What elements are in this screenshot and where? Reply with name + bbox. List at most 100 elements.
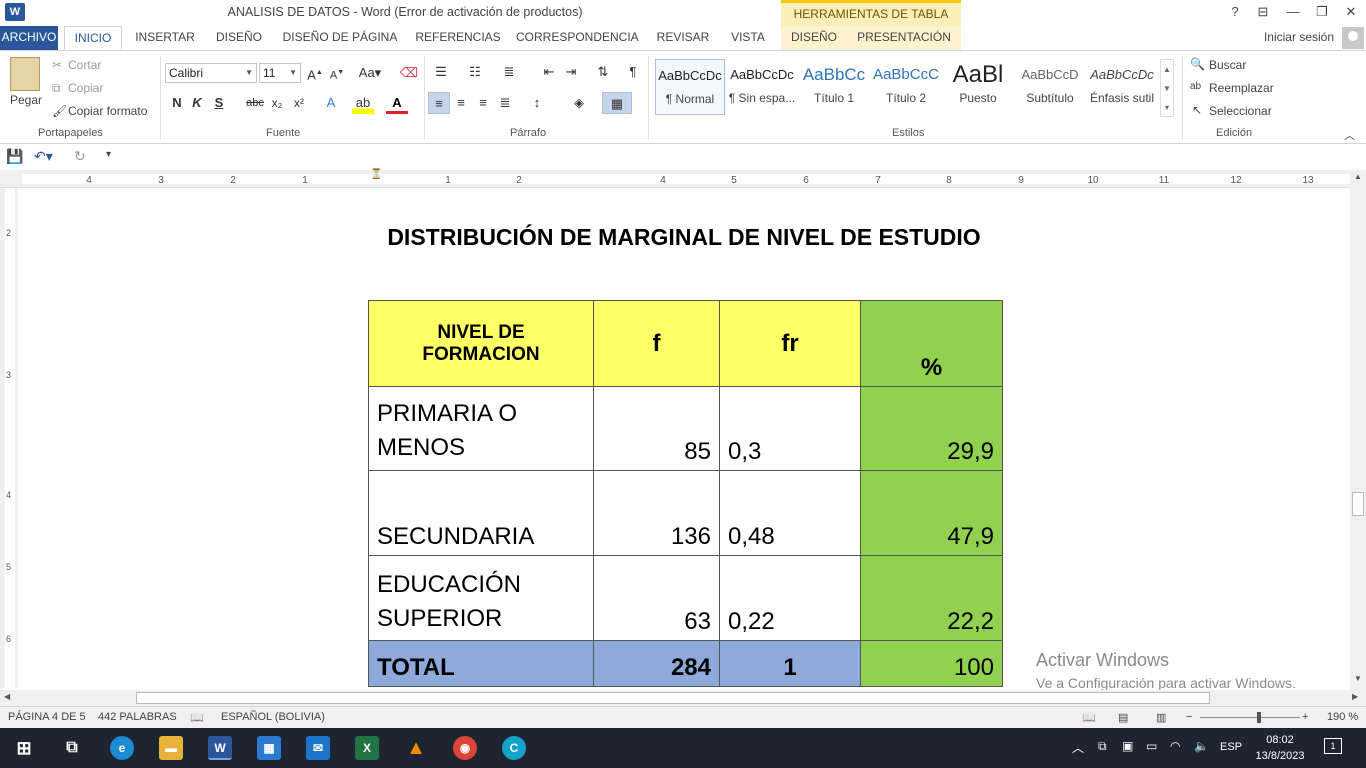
align-right-icon[interactable]: ≡ bbox=[472, 92, 494, 114]
format-painter-icon[interactable]: 🖌 bbox=[52, 104, 67, 118]
horizontal-ruler[interactable]: ⏳ 4 3 2 1 1 2 4 5 6 7 8 9 10 11 12 13 bbox=[0, 170, 1350, 188]
help-icon[interactable]: ? bbox=[1224, 3, 1246, 21]
clear-formatting-icon[interactable]: ⌫ bbox=[398, 62, 420, 84]
vlc-icon[interactable]: ▲ bbox=[404, 736, 428, 760]
scissors-icon[interactable]: ✂ bbox=[52, 58, 62, 72]
header-f[interactable]: f bbox=[593, 300, 720, 387]
justify-icon[interactable]: ≣ bbox=[494, 92, 516, 114]
total-fr[interactable]: 1 bbox=[719, 640, 861, 687]
restore-icon[interactable]: ❐ bbox=[1311, 3, 1333, 21]
scroll-down-icon[interactable]: ▼ bbox=[1354, 674, 1362, 683]
pilcrow-icon[interactable]: ¶ bbox=[622, 61, 644, 83]
tab-table-layout[interactable]: PRESENTACIÓN bbox=[847, 26, 961, 50]
italic-button[interactable]: K bbox=[186, 92, 208, 114]
customize-qat-icon[interactable]: ▾ bbox=[106, 149, 111, 160]
header-fr[interactable]: fr bbox=[719, 300, 861, 387]
bullets-icon[interactable]: ☰ bbox=[430, 61, 452, 83]
vertical-scroll-thumb[interactable] bbox=[1352, 492, 1364, 516]
avatar[interactable] bbox=[1342, 27, 1364, 49]
print-layout-icon[interactable]: ▤ bbox=[1118, 711, 1128, 724]
change-case-icon[interactable]: Aa▾ bbox=[356, 62, 384, 84]
select-button[interactable]: Seleccionar bbox=[1209, 104, 1272, 118]
vertical-ruler[interactable]: 1234567 bbox=[0, 156, 18, 716]
wifi-icon[interactable]: ◠ bbox=[1170, 739, 1180, 753]
increase-indent-icon[interactable]: ⇥ bbox=[560, 61, 582, 83]
indent-marker-icon[interactable]: ⏳ bbox=[370, 170, 382, 188]
collapse-ribbon-icon[interactable]: ︿ bbox=[1344, 127, 1355, 143]
font-color-icon[interactable]: A bbox=[386, 92, 408, 114]
paste-button[interactable]: Pegar bbox=[10, 93, 42, 107]
battery-icon[interactable]: ▭ bbox=[1146, 739, 1157, 753]
zoom-in-icon[interactable]: + bbox=[1302, 711, 1308, 723]
style-item[interactable]: AaBbCcDc ¶ Sin espa... bbox=[727, 59, 797, 115]
multilevel-list-icon[interactable]: ≣ bbox=[498, 61, 520, 83]
strikethrough-icon[interactable]: abc bbox=[244, 92, 266, 114]
vertical-scrollbar[interactable]: ▲ ▼ bbox=[1350, 170, 1366, 690]
store-icon[interactable]: ▦ bbox=[257, 736, 281, 760]
zoom-out-icon[interactable]: − bbox=[1186, 711, 1192, 723]
align-left-icon[interactable]: ≡ bbox=[428, 92, 450, 114]
row-fr[interactable]: 0,22 bbox=[719, 555, 861, 641]
canva-icon[interactable]: C bbox=[502, 736, 526, 760]
tab-design[interactable]: DISEÑO bbox=[210, 26, 268, 50]
style-item[interactable]: AaBbCcDc ¶ Normal bbox=[655, 59, 725, 115]
borders-icon[interactable]: ▦ bbox=[602, 92, 632, 114]
header-nivel[interactable]: NIVEL DE FORMACION bbox=[368, 300, 594, 387]
page-indicator[interactable]: PÁGINA 4 DE 5 bbox=[8, 711, 86, 723]
tab-insert[interactable]: INSERTAR bbox=[132, 26, 198, 50]
tab-review[interactable]: REVISAR bbox=[652, 26, 714, 50]
select-icon[interactable]: ↖ bbox=[1192, 103, 1202, 117]
find-icon[interactable]: 🔍 bbox=[1190, 57, 1205, 71]
paste-icon[interactable] bbox=[10, 57, 40, 91]
line-spacing-icon[interactable]: ↕ bbox=[526, 92, 548, 114]
format-painter-button[interactable]: Copiar formato bbox=[68, 104, 147, 118]
row-f[interactable]: 63 bbox=[593, 555, 720, 641]
scroll-right-icon[interactable]: ▶ bbox=[1352, 692, 1358, 701]
copy-button[interactable]: Copiar bbox=[68, 81, 103, 95]
total-f[interactable]: 284 bbox=[593, 640, 720, 687]
language-indicator[interactable]: ESPAÑOL (BOLIVIA) bbox=[221, 711, 325, 723]
excel-icon[interactable]: X bbox=[355, 736, 379, 760]
styles-scroll[interactable]: ▲ ▼ ▾ bbox=[1160, 59, 1174, 117]
total-pct[interactable]: 100 bbox=[860, 640, 1003, 687]
replace-icon[interactable]: ab bbox=[1190, 81, 1201, 92]
scroll-up-icon[interactable]: ▲ bbox=[1354, 172, 1362, 181]
style-item[interactable]: AaBbCcD Subtítulo bbox=[1015, 59, 1085, 115]
row-label[interactable]: PRIMARIA O MENOS bbox=[368, 386, 594, 471]
close-icon[interactable]: ✕ bbox=[1340, 3, 1362, 21]
notification-center-icon[interactable]: 1 bbox=[1324, 738, 1342, 754]
document-page[interactable]: DISTRIBUCIÓN DE MARGINAL DE NIVEL DE EST… bbox=[18, 188, 1350, 690]
text-effects-icon[interactable]: A bbox=[320, 92, 342, 114]
horizontal-scrollbar[interactable]: ◀ ▶ bbox=[0, 690, 1366, 706]
style-item[interactable]: AaBbCcDc Énfasis sutil bbox=[1087, 59, 1157, 115]
chrome-icon[interactable]: ◉ bbox=[453, 736, 477, 760]
replace-button[interactable]: Reemplazar bbox=[1209, 81, 1274, 95]
superscript-icon[interactable]: x² bbox=[288, 92, 310, 114]
tray-app-icon[interactable]: ▣ bbox=[1122, 739, 1133, 753]
style-item[interactable]: AaBbCcC Título 2 bbox=[871, 59, 941, 115]
web-layout-icon[interactable]: ▥ bbox=[1156, 711, 1166, 724]
header-pct[interactable]: % bbox=[860, 300, 1003, 387]
windows-start-icon[interactable]: ⊞ bbox=[12, 736, 36, 760]
font-name-select[interactable]: Calibri ▼ bbox=[165, 63, 257, 83]
file-explorer-icon[interactable]: ▬ bbox=[159, 736, 183, 760]
minimize-icon[interactable]: — bbox=[1282, 3, 1304, 21]
word-count[interactable]: 442 PALABRAS bbox=[98, 711, 177, 723]
grow-font-icon[interactable]: A▲ bbox=[304, 62, 326, 84]
scroll-left-icon[interactable]: ◀ bbox=[4, 692, 10, 701]
row-pct[interactable]: 47,9 bbox=[860, 470, 1003, 556]
tab-home[interactable]: INICIO bbox=[64, 26, 122, 50]
ribbon-display-options-icon[interactable]: ⊟ bbox=[1252, 3, 1274, 21]
show-hidden-icons-icon[interactable]: ︿ bbox=[1072, 739, 1084, 756]
clock[interactable]: 08:02 13/8/2023 bbox=[1250, 732, 1310, 764]
volume-icon[interactable]: 🔈 bbox=[1194, 739, 1209, 753]
meet-now-icon[interactable]: ⧉ bbox=[1098, 739, 1107, 754]
horizontal-scroll-thumb[interactable] bbox=[136, 692, 1210, 704]
tab-references[interactable]: REFERENCIAS bbox=[412, 26, 504, 50]
row-f[interactable]: 85 bbox=[593, 386, 720, 471]
row-pct[interactable]: 22,2 bbox=[860, 555, 1003, 641]
sign-in-link[interactable]: Iniciar sesión bbox=[1264, 30, 1334, 44]
underline-button[interactable]: S bbox=[208, 92, 230, 114]
tab-mailings[interactable]: CORRESPONDENCIA bbox=[516, 26, 639, 50]
row-label[interactable]: SECUNDARIA bbox=[368, 470, 594, 556]
